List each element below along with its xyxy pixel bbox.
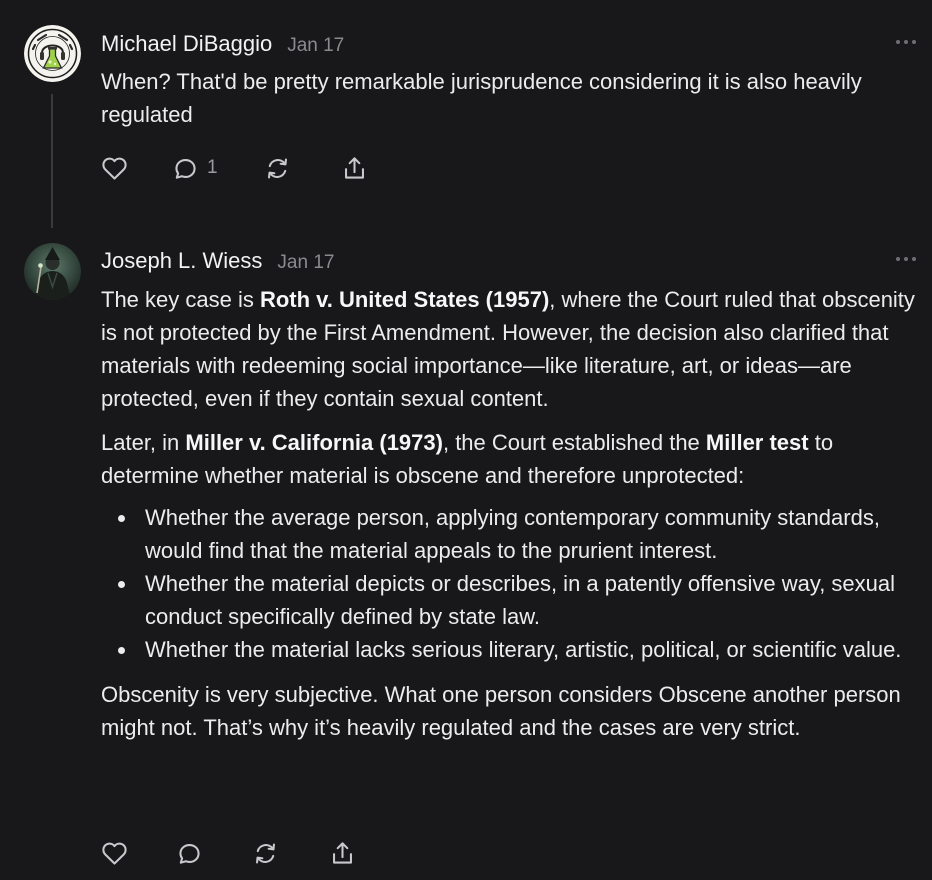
reply-button[interactable]: 1 — [171, 153, 218, 183]
list-item: Whether the material lacks serious liter… — [101, 633, 916, 666]
text-run: The key case is — [101, 287, 260, 312]
comment-author[interactable]: Joseph L. Wiess — [101, 248, 262, 274]
heart-icon — [102, 157, 127, 180]
like-button[interactable] — [100, 838, 129, 868]
bullet-list: Whether the average person, applying con… — [101, 501, 916, 666]
share-icon — [345, 156, 364, 179]
case-name-roth: Roth v. United States (1957) — [259, 287, 550, 312]
comment-icon — [179, 843, 200, 864]
restack-icon — [268, 158, 287, 178]
avatar-image — [24, 243, 81, 300]
comment-date[interactable]: Jan 17 — [287, 35, 344, 57]
comment-paragraph: Later, in Miller v. California (1973), t… — [101, 426, 916, 492]
comment-paragraph: The key case is Roth v. United States (1… — [101, 283, 916, 415]
thread-connector-line — [51, 94, 53, 228]
text-run: , the Court established the — [442, 430, 706, 455]
heart-icon — [102, 842, 127, 865]
comment-paragraph: Obscenity is very subjective. What one p… — [101, 682, 901, 740]
comment-body: The key case is Roth v. United States (1… — [101, 283, 916, 744]
share-button[interactable] — [328, 838, 357, 868]
miller-test-term: Miller test — [705, 430, 809, 455]
list-item: Whether the material depicts or describe… — [101, 567, 916, 633]
restack-icon — [256, 843, 275, 863]
more-options-icon[interactable] — [896, 39, 916, 45]
text-run: Later, in — [101, 430, 186, 455]
comment-date[interactable]: Jan 17 — [277, 252, 334, 274]
more-options-icon[interactable] — [896, 256, 916, 262]
podcast-logo-image — [24, 25, 81, 82]
share-button[interactable] — [340, 153, 369, 183]
like-button[interactable] — [100, 153, 129, 183]
reply-button[interactable] — [175, 838, 204, 868]
reply-count: 1 — [207, 157, 218, 178]
avatar-joseph[interactable] — [24, 243, 81, 300]
share-icon — [333, 841, 352, 864]
avatar-michael[interactable] — [24, 25, 81, 82]
case-name-miller: Miller v. California (1973) — [185, 430, 443, 455]
restack-button[interactable] — [251, 838, 280, 868]
comment-text: When? That'd be pretty remarkable jurisp… — [101, 69, 862, 127]
restack-button[interactable] — [263, 153, 292, 183]
comment-icon — [175, 158, 196, 179]
comment-author[interactable]: Michael DiBaggio — [101, 31, 272, 57]
list-item: Whether the average person, applying con… — [101, 501, 916, 567]
